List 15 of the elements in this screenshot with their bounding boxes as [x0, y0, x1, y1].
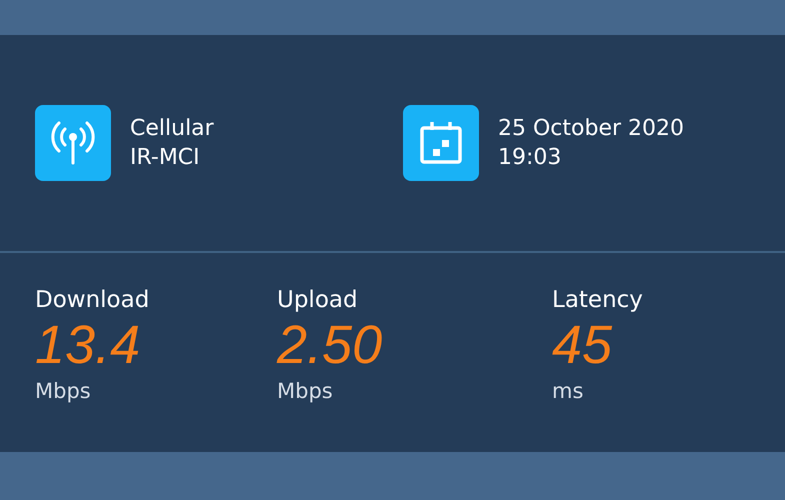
- result-label: Latency: [552, 287, 643, 313]
- result-unit: Mbps: [277, 379, 333, 403]
- calendar-icon: [403, 105, 479, 181]
- test-time: 19:03: [498, 145, 562, 170]
- result-value: 45: [552, 315, 612, 375]
- result-label: Download: [35, 287, 150, 313]
- connection-type: Cellular: [130, 116, 214, 141]
- result-value: 2.50: [277, 315, 382, 375]
- test-date: 25 October 2020: [498, 116, 684, 141]
- result-value: 13.4: [35, 315, 140, 375]
- result-unit: ms: [552, 379, 584, 403]
- cellular-signal-icon: [35, 105, 111, 181]
- result-unit: Mbps: [35, 379, 91, 403]
- carrier-name: IR-MCI: [130, 145, 201, 170]
- result-label: Upload: [277, 287, 358, 313]
